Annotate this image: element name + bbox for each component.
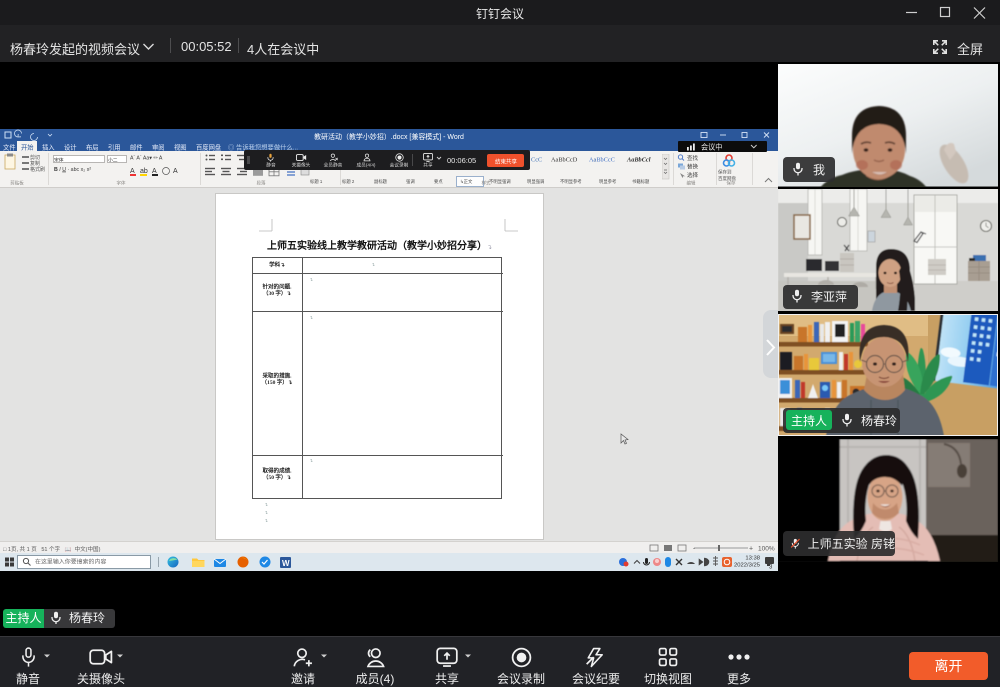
svg-text:替换: 替换 [687, 163, 699, 171]
svg-text:A: A [152, 168, 157, 175]
svg-text:格式刷: 格式刷 [30, 166, 45, 173]
svg-text:3: 3 [769, 565, 773, 571]
svg-text:+: + [749, 546, 753, 553]
svg-text:选择: 选择 [687, 171, 699, 179]
svg-text:W: W [282, 559, 290, 568]
svg-text:查找: 查找 [687, 154, 699, 162]
svg-text:复制: 复制 [30, 160, 40, 167]
svg-text:剪切: 剪切 [30, 154, 40, 161]
svg-text:A: A [173, 168, 178, 175]
svg-text:ab: ab [140, 168, 148, 175]
svg-text:A: A [130, 168, 135, 175]
svg-text:100%: 100% [758, 546, 775, 553]
svg-text:-: - [693, 546, 696, 553]
